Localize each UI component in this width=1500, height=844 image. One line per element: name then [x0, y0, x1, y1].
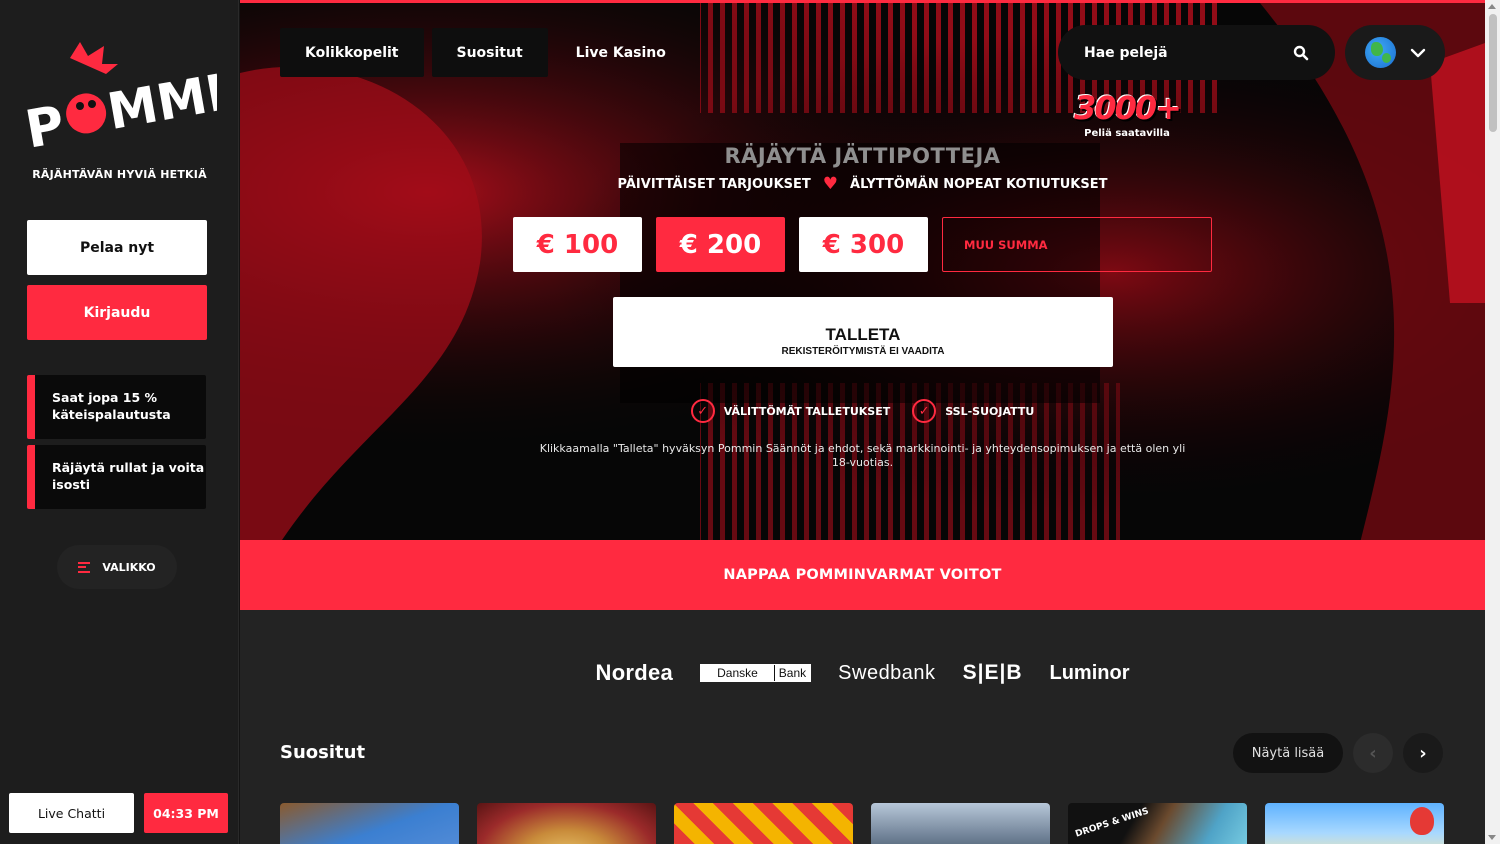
game-tile[interactable]: DROPS & WINS	[1068, 803, 1247, 844]
globe-icon	[1364, 37, 1396, 68]
promo-banner[interactable]: NAPPAA POMMINVARMAT VOITOT	[240, 540, 1485, 610]
language-selector[interactable]	[1345, 25, 1445, 80]
danske-bank-logo: Danske Bank	[700, 664, 812, 682]
strawberry-icon	[1410, 807, 1434, 835]
badge-text: VÄLITTÖMÄT TALLETUKSET	[723, 404, 891, 418]
tab-slots[interactable]: Kolikkopelit	[280, 28, 424, 77]
tab-live-casino[interactable]: Live Kasino	[556, 28, 686, 77]
chevron-right-icon[interactable]: ›	[1403, 733, 1443, 773]
tagline: RÄJÄHTÄVÄN HYVIÄ HETKIÄ	[32, 168, 207, 181]
deposit-label: TALLETA	[825, 325, 901, 344]
seb-logo: S|E|B	[962, 661, 1023, 684]
promo-text: Saat jopa 15 % käteispalautusta	[52, 390, 171, 422]
menu-label: VALIKKO	[102, 560, 156, 574]
pommi-logo[interactable]: P MMI	[22, 40, 217, 150]
danske-text: Danske	[701, 665, 774, 681]
search-placeholder: Hae pelejä	[1084, 44, 1168, 61]
chevron-down-icon	[1410, 48, 1425, 57]
game-tile[interactable]	[280, 803, 459, 844]
search-icon[interactable]	[1293, 45, 1309, 61]
amount-200-button[interactable]: € 200	[656, 217, 785, 272]
terms-text: Klikkaamalla "Talleta" hyväksyn Pommin S…	[539, 442, 1186, 469]
amount-300-button[interactable]: € 300	[799, 217, 928, 272]
deposit-button[interactable]: TALLETA REKISTERÖITYMISTÄ EI VAADITA	[613, 297, 1113, 367]
game-tile[interactable]	[871, 803, 1050, 844]
swedbank-logo: Swedbank	[838, 661, 936, 684]
badge-text: SSL-SUOJATTU	[945, 404, 1035, 418]
hero: Kolikkopelit Suositut Live Kasino Hae pe…	[240, 0, 1485, 540]
top-nav: Kolikkopelit Suositut Live Kasino	[280, 28, 686, 77]
hero-title: RÄJÄYTÄ JÄTTIPOTTEJA	[724, 144, 1001, 168]
svg-text:MMI: MMI	[103, 63, 217, 141]
fast-withdrawals-text: ÄLYTTÖMÄN NOPEAT KOTIUTUKSET	[850, 176, 1108, 192]
play-now-button[interactable]: Pelaa nyt	[27, 220, 207, 275]
promo-cashback[interactable]: Saat jopa 15 % käteispalautusta	[27, 375, 206, 439]
scroll-thumb[interactable]	[1489, 14, 1497, 132]
bank-text: Bank	[773, 665, 811, 681]
hamburger-icon	[78, 561, 91, 573]
deposit-amounts: € 100 € 200 € 300	[513, 217, 1212, 272]
daily-offers-text: PÄIVITTÄISET TARJOUKSET	[617, 176, 811, 192]
tab-popular[interactable]: Suositut	[431, 28, 548, 77]
game-tile[interactable]	[674, 803, 853, 844]
games-count: 3000+	[1074, 89, 1182, 127]
trust-badges: ✓ VÄLITTÖMÄT TALLETUKSET ✓ SSL-SUOJATTU	[240, 399, 1485, 423]
bank-logos: Nordea Danske Bank Swedbank S|E|B Lumino…	[240, 660, 1485, 686]
games-count-label: Peliä saatavilla	[1084, 128, 1170, 139]
promo-text: Räjäytä rullat ja voita isosti	[52, 460, 205, 492]
main-content: Kolikkopelit Suositut Live Kasino Hae pe…	[240, 0, 1485, 844]
games-count-badge: 3000+ Peliä saatavilla	[1062, 91, 1192, 139]
page: P MMI RÄJÄHTÄVÄN HYVIÄ HETKIÄ Pelaa nyt …	[0, 0, 1500, 844]
scroll-up-icon[interactable]	[1488, 4, 1496, 9]
promo-reels[interactable]: Räjäytä rullat ja voita isosti	[27, 445, 206, 509]
hero-subtitle: PÄIVITTÄISET TARJOUKSET ♥ ÄLYTTÖMÄN NOPE…	[240, 174, 1485, 194]
sidebar: P MMI RÄJÄHTÄVÄN HYVIÄ HETKIÄ Pelaa nyt …	[0, 0, 239, 844]
game-tile[interactable]	[477, 803, 656, 844]
heart-icon: ♥	[822, 174, 839, 194]
lower-section: Nordea Danske Bank Swedbank S|E|B Lumino…	[240, 610, 1485, 844]
chevron-left-icon[interactable]: ‹	[1353, 733, 1393, 773]
game-tile[interactable]	[1265, 803, 1444, 844]
custom-amount-input[interactable]	[942, 217, 1212, 272]
search-input[interactable]: Hae pelejä	[1058, 25, 1335, 80]
games-carousel: DROPS & WINS	[280, 803, 1444, 844]
show-more-button[interactable]: Näytä lisää	[1233, 733, 1343, 773]
menu-button[interactable]: VALIKKO	[57, 545, 177, 589]
ssl-badge: ✓ SSL-SUOJATTU	[912, 399, 1034, 423]
scroll-down-icon[interactable]	[1488, 835, 1496, 840]
instant-deposits-badge: ✓ VÄLITTÖMÄT TALLETUKSET	[690, 399, 891, 423]
check-icon: ✓	[690, 399, 715, 423]
amount-100-button[interactable]: € 100	[513, 217, 642, 272]
luminor-logo: Luminor	[1049, 661, 1130, 684]
check-icon: ✓	[912, 399, 937, 423]
scrollbar[interactable]	[1485, 0, 1500, 844]
login-button[interactable]: Kirjaudu	[27, 285, 207, 340]
nordea-logo: Nordea	[595, 660, 674, 685]
svg-text:P: P	[22, 95, 69, 150]
deposit-sublabel: REKISTERÖITYMISTÄ EI VAADITA	[781, 346, 945, 357]
live-chat-button[interactable]: Live Chatti	[9, 793, 134, 833]
drops-wins-tag: DROPS & WINS	[1074, 806, 1151, 840]
clock: 04:33 PM	[144, 793, 228, 833]
popular-section-title: Suositut	[280, 742, 366, 763]
